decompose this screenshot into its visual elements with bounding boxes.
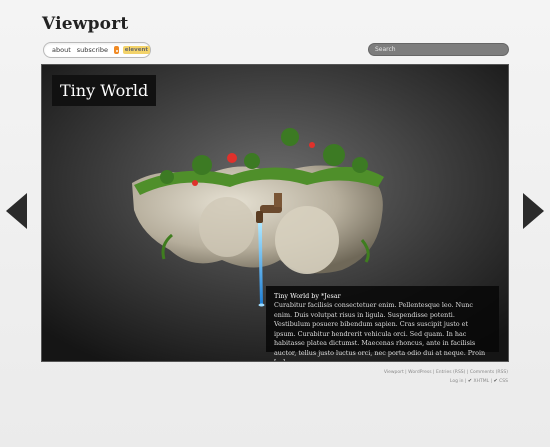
footer-xhtml-link[interactable]: XHTML — [474, 379, 490, 384]
nav-subscribe-link[interactable]: subscribe — [77, 46, 108, 54]
footer: Viewport | WordPress | Entries (RSS) | C… — [383, 370, 508, 384]
rss-icon[interactable] — [113, 46, 119, 54]
featured-image[interactable]: Tiny World Tiny World by *Jesar Curabitu… — [41, 64, 509, 362]
check-icon: ✔ — [493, 377, 498, 384]
footer-entries-link[interactable]: Entries (RSS) — [436, 370, 465, 375]
footer-site-link[interactable]: Viewport — [384, 370, 404, 375]
next-arrow-icon[interactable] — [522, 192, 546, 230]
nav-bar: about subscribe elevent — [43, 42, 151, 58]
site-title[interactable]: Viewport — [42, 14, 128, 34]
footer-css-link[interactable]: CSS — [499, 379, 508, 384]
caption-title[interactable]: Tiny World by *Jesar — [274, 292, 491, 301]
featured-title[interactable]: Tiny World — [52, 75, 157, 106]
footer-wordpress-link[interactable]: WordPress — [408, 370, 431, 375]
search-input[interactable] — [368, 43, 509, 56]
nav-badge[interactable]: elevent — [122, 46, 150, 54]
footer-comments-link[interactable]: Comments (RSS) — [470, 370, 508, 375]
featured-caption: Tiny World by *Jesar Curabitur facilisis… — [266, 286, 499, 361]
caption-text: Curabitur facilisis consectetuer enim. P… — [274, 301, 486, 361]
check-icon: ✔ — [467, 377, 473, 384]
previous-arrow-icon[interactable] — [4, 192, 28, 230]
nav-about-link[interactable]: about — [52, 46, 71, 54]
footer-login-link[interactable]: Log in — [450, 379, 464, 384]
